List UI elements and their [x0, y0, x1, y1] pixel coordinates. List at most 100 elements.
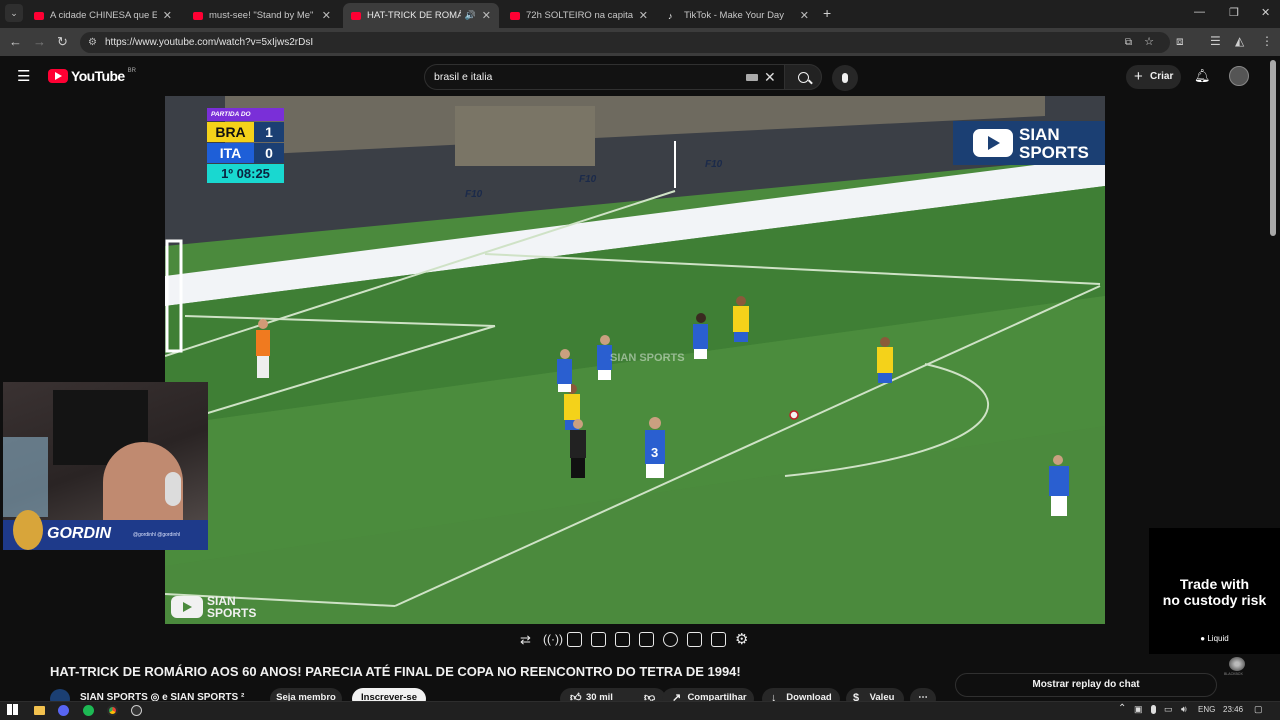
avatar[interactable]: [1229, 66, 1249, 86]
new-tab-button[interactable]: +: [823, 5, 831, 21]
cinema-icon[interactable]: [639, 632, 654, 647]
ad-board-text: F10: [579, 174, 597, 185]
play-logo-icon: [171, 596, 203, 618]
minimize-icon[interactable]: —: [1194, 6, 1205, 18]
discord-icon[interactable]: [58, 705, 69, 716]
clip-icon[interactable]: [591, 632, 606, 647]
name-banner: GORDIN @gordinhl @gordinhl: [3, 510, 208, 550]
tab-title: HAT-TRICK DE ROMÁRIO AOS: [367, 10, 461, 21]
voice-search-button[interactable]: [832, 65, 858, 91]
youtube-logo[interactable]: YouTube BR: [48, 68, 136, 84]
search-query-text: brasil e italia: [434, 71, 493, 83]
watermark-line2: SPORTS: [207, 606, 257, 620]
close-tab-icon[interactable]: ✕: [639, 9, 648, 22]
browser-menu-icon[interactable]: ⋮: [1261, 34, 1273, 48]
youtube-favicon-icon: [351, 11, 361, 20]
clear-search-icon[interactable]: ✕: [764, 65, 776, 89]
bookmark-star-icon[interactable]: ☆: [1144, 32, 1154, 53]
headphones-shape: [165, 472, 181, 506]
site-info-icon[interactable]: ⚙: [88, 32, 97, 53]
browser-tab[interactable]: ♪ TikTok - Make Your Day ✕: [660, 3, 817, 28]
mic-tray-icon[interactable]: [1151, 705, 1156, 714]
scoreboard: PARTIDA DO CORAÇÃO BRA 1 ITA 0 1º 08:25: [207, 108, 284, 183]
url-field[interactable]: ⚙ https://www.youtube.com/watch?v=5xIjws…: [80, 32, 1170, 53]
create-button[interactable]: + Criar: [1126, 65, 1181, 89]
center-watermark: SIAN SPORTS: [610, 352, 685, 364]
sidebar-ad[interactable]: Trade with no custody risk ● Liquid: [1149, 528, 1280, 654]
watermark-logo: SIAN SPORTS: [171, 594, 266, 620]
search-input[interactable]: brasil e italia ✕: [424, 64, 784, 90]
add-icon[interactable]: [687, 632, 702, 647]
spotify-icon[interactable]: [83, 705, 94, 716]
browser-tab-strip: ⌄ A cidade CHINESA que ENGANA ✕ must-see…: [0, 0, 1280, 28]
guide-menu-icon[interactable]: ☰: [17, 67, 30, 85]
brand-line1: SIAN: [1019, 125, 1060, 144]
windows-start-icon[interactable]: [7, 704, 18, 715]
close-tab-icon[interactable]: ✕: [800, 9, 809, 22]
team2-name: ITA: [207, 143, 254, 163]
picture-icon[interactable]: [567, 632, 582, 647]
chrome-icon[interactable]: [107, 705, 118, 716]
streamer-name: GORDIN: [47, 525, 111, 542]
match-clock: 1º 08:25: [207, 164, 284, 183]
close-window-icon[interactable]: ✕: [1261, 6, 1270, 19]
team2-score: 0: [254, 143, 284, 163]
settings-gear-icon[interactable]: ⚙: [735, 630, 748, 648]
close-tab-icon[interactable]: ✕: [163, 9, 172, 22]
tray-chevron-icon[interactable]: ⌃: [1118, 703, 1126, 714]
microphone-icon: [842, 73, 848, 83]
browser-tab[interactable]: A cidade CHINESA que ENGANA ✕: [26, 3, 180, 28]
screenshot-camera-icon[interactable]: [711, 632, 726, 647]
search-button[interactable]: [784, 64, 822, 90]
screen-icon[interactable]: [615, 632, 630, 647]
youtube-play-logo-icon: [48, 69, 68, 83]
file-explorer-icon[interactable]: [34, 706, 45, 715]
play-logo-icon: [973, 129, 1013, 157]
restore-icon[interactable]: ❐: [1229, 6, 1239, 19]
notifications-bell-icon[interactable]: 🔔︎: [1194, 68, 1211, 84]
volume-icon[interactable]: 🔊︎: [1181, 704, 1187, 715]
close-tab-icon[interactable]: ✕: [482, 9, 491, 22]
team1-name: BRA: [207, 122, 254, 142]
youtube-favicon-icon: [34, 11, 44, 20]
tab-search-button[interactable]: ⌄: [5, 4, 23, 22]
reload-icon[interactable]: ↻: [57, 34, 68, 50]
cast-icon[interactable]: ⧉: [1125, 32, 1132, 53]
ad-headline-line2: no custody risk: [1162, 592, 1267, 608]
youtube-favicon-icon: [510, 11, 520, 20]
clock[interactable]: 23:46: [1223, 705, 1243, 714]
audio-icon[interactable]: ((·)): [543, 632, 563, 646]
youtube-favicon-icon: [193, 11, 203, 20]
video-title: HAT-TRICK DE ROMÁRIO AOS 60 ANOS! PARECI…: [50, 664, 741, 679]
back-icon[interactable]: ←: [9, 34, 22, 49]
close-tab-icon[interactable]: ✕: [322, 9, 331, 22]
forward-icon[interactable]: →: [33, 34, 46, 49]
browser-tab-active[interactable]: HAT-TRICK DE ROMÁRIO AOS 🔊 ✕: [343, 3, 499, 28]
tab-title: must-see! "Stand by Me" Cover: [209, 10, 316, 21]
loop-icon[interactable]: ⇄: [520, 632, 531, 648]
input-language[interactable]: ENG: [1198, 705, 1215, 714]
reading-list-icon[interactable]: ☰: [1210, 34, 1221, 48]
browser-tab[interactable]: 72h SOLTEIRO na capital mais L ✕: [502, 3, 656, 28]
browser-tab[interactable]: must-see! "Stand by Me" Cover ✕: [185, 3, 339, 28]
youtube-header: ☰ YouTube BR brasil e italia ✕ + Criar 🔔…: [0, 56, 1280, 96]
tab-title: A cidade CHINESA que ENGANA: [50, 10, 157, 21]
network-icon[interactable]: ▭: [1164, 704, 1173, 715]
tab-title: 72h SOLTEIRO na capital mais L: [526, 10, 633, 21]
page-scrollbar[interactable]: [1270, 60, 1276, 236]
player-tools-bar: ⇄ ((·)) ⚙: [0, 624, 1148, 658]
youtube-wordmark: YouTube: [71, 68, 125, 84]
video-player[interactable]: F10 F10 F10 PARTIDA DO CORAÇÃO BRA 1 ITA…: [165, 96, 1105, 624]
url-text: https://www.youtube.com/watch?v=5xIjws2r…: [105, 37, 314, 48]
tray-app-icon[interactable]: ▣: [1134, 704, 1143, 715]
address-bar-row: ← → ↻ ⚙ https://www.youtube.com/watch?v=…: [0, 28, 1280, 56]
extensions-icon[interactable]: ⧈: [1176, 34, 1184, 49]
speaker-icon[interactable]: 🔊: [465, 10, 476, 21]
obs-icon[interactable]: [131, 705, 142, 716]
chat-replay-button[interactable]: Mostrar replay do chat: [955, 673, 1217, 697]
channel-brand-logo: SIAN SPORTS: [953, 121, 1105, 165]
speed-icon[interactable]: [663, 632, 678, 647]
keyboard-icon[interactable]: [746, 74, 758, 81]
notification-center-icon[interactable]: ▢: [1254, 704, 1263, 715]
profile-icon[interactable]: ◭: [1235, 34, 1244, 48]
